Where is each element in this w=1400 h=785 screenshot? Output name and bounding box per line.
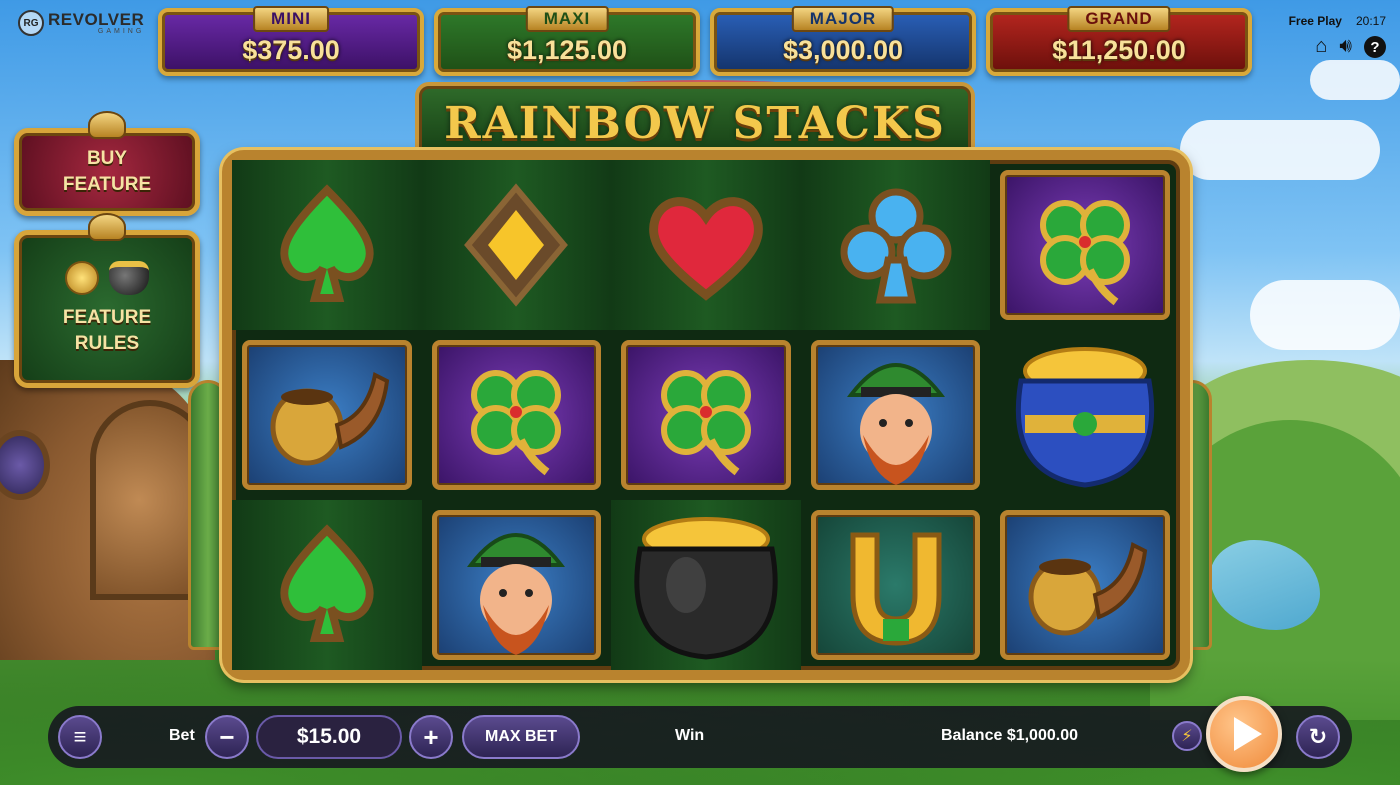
- buy-feature-label: BUY FEATURE: [62, 148, 152, 195]
- menu-button[interactable]: ≡: [58, 715, 102, 759]
- reel-cell: [422, 500, 612, 670]
- reel-grid: [232, 160, 1180, 670]
- pot-of-gold-icon: [109, 261, 149, 296]
- leprechaun-symbol: [441, 505, 591, 665]
- brand-logo-mark: RG: [18, 10, 44, 36]
- decrease-bet-button[interactable]: −: [205, 715, 249, 759]
- play-icon: [1234, 717, 1262, 751]
- increase-bet-button[interactable]: +: [409, 715, 453, 759]
- spade-symbol: [267, 180, 387, 310]
- jackpot-mini-label: MINI: [253, 6, 329, 32]
- spin-button[interactable]: [1206, 696, 1282, 772]
- reel-cell: [422, 330, 612, 500]
- jackpot-mini-value: $375.00: [242, 34, 340, 65]
- black-pot-of-gold-symbol: [616, 505, 796, 665]
- minus-icon: −: [219, 721, 235, 752]
- jackpot-maxi-label: MAXI: [525, 6, 609, 32]
- heart-symbol: [641, 185, 771, 305]
- play-mode-label: Free Play: [1288, 14, 1342, 28]
- feature-rules-label: FEATURE RULES: [62, 307, 152, 354]
- celtic-knot-ornament: [88, 213, 126, 241]
- jackpot-major-value: $3,000.00: [782, 34, 904, 65]
- status-area: Free Play 20:17 ⌂ 🔊︎ ?: [1289, 14, 1386, 58]
- lightning-icon: ⚡︎: [1181, 728, 1193, 745]
- jackpot-maxi: MAXI $1,125.00: [434, 6, 700, 76]
- reel-cell: [611, 160, 801, 330]
- jackpot-major: MAJOR $3,000.00: [710, 6, 976, 76]
- autoplay-icon: ↻: [1308, 724, 1328, 749]
- reel-cell: [421, 160, 612, 330]
- four-leaf-clover-symbol: [451, 350, 581, 480]
- smoking-pipe-symbol: [257, 355, 397, 475]
- reel-cell: [611, 330, 801, 500]
- jackpot-grand: GRAND $11,250.00: [986, 6, 1252, 76]
- spade-symbol: [267, 520, 387, 650]
- reel-cell: [800, 160, 991, 330]
- celtic-knot-ornament: [88, 111, 126, 139]
- reel-cell: [232, 160, 422, 330]
- blue-pot-of-gold-symbol: [995, 335, 1175, 495]
- autoplay-button[interactable]: ↻: [1296, 715, 1340, 759]
- jackpot-grand-label: GRAND: [1067, 6, 1171, 32]
- plus-icon: +: [423, 721, 439, 752]
- brand-logo: RG REVOLVER GAMING: [18, 10, 144, 36]
- horseshoe-symbol: [831, 515, 961, 655]
- smoking-pipe-symbol: [1015, 525, 1155, 645]
- jackpot-major-label: MAJOR: [791, 6, 895, 32]
- reel-cell: [990, 500, 1180, 670]
- brand-name: REVOLVER: [48, 10, 145, 29]
- clock: 20:17: [1355, 14, 1386, 28]
- reel-cell: [801, 330, 991, 500]
- speaker-icon[interactable]: 🔊︎: [1339, 36, 1352, 58]
- menu-icon: ≡: [73, 724, 87, 749]
- bet-label: Bet: [169, 727, 195, 744]
- jackpot-maxi-value: $1,125.00: [506, 34, 628, 65]
- club-symbol: [836, 180, 956, 310]
- leprechaun-symbol: [821, 335, 971, 495]
- win-label: Win: [675, 727, 705, 744]
- reel-cell: [232, 500, 422, 670]
- feature-rules-button[interactable]: FEATURE RULES: [14, 213, 200, 388]
- balance-display: Balance $1,000.00: [941, 727, 1078, 744]
- four-leaf-clover-symbol: [641, 350, 771, 480]
- turbo-button[interactable]: ⚡︎: [1172, 721, 1202, 751]
- bet-amount: $15.00: [256, 715, 402, 759]
- reel-cell: [990, 160, 1180, 330]
- buy-feature-button[interactable]: BUY FEATURE: [14, 111, 200, 216]
- max-bet-button[interactable]: MAX BET: [462, 715, 580, 759]
- reel-cell: [801, 500, 991, 670]
- four-leaf-clover-symbol: [1020, 180, 1150, 310]
- reel-cell: [232, 330, 422, 500]
- game-title: RAINBOW STACKS: [444, 97, 946, 149]
- help-icon[interactable]: ?: [1364, 36, 1386, 58]
- reel-cell: [990, 330, 1180, 500]
- control-bar: ≡ Bet − $15.00 + MAX BET Win Balance $1,…: [48, 696, 1352, 772]
- reel-cell: [611, 500, 801, 670]
- jackpot-grand-value: $11,250.00: [1052, 34, 1186, 65]
- gold-coin-icon: [65, 261, 99, 296]
- diamond-symbol: [456, 180, 576, 310]
- jackpot-mini: MINI $375.00: [158, 6, 424, 76]
- home-icon[interactable]: ⌂: [1315, 36, 1327, 58]
- brand-subtitle: GAMING: [97, 28, 145, 35]
